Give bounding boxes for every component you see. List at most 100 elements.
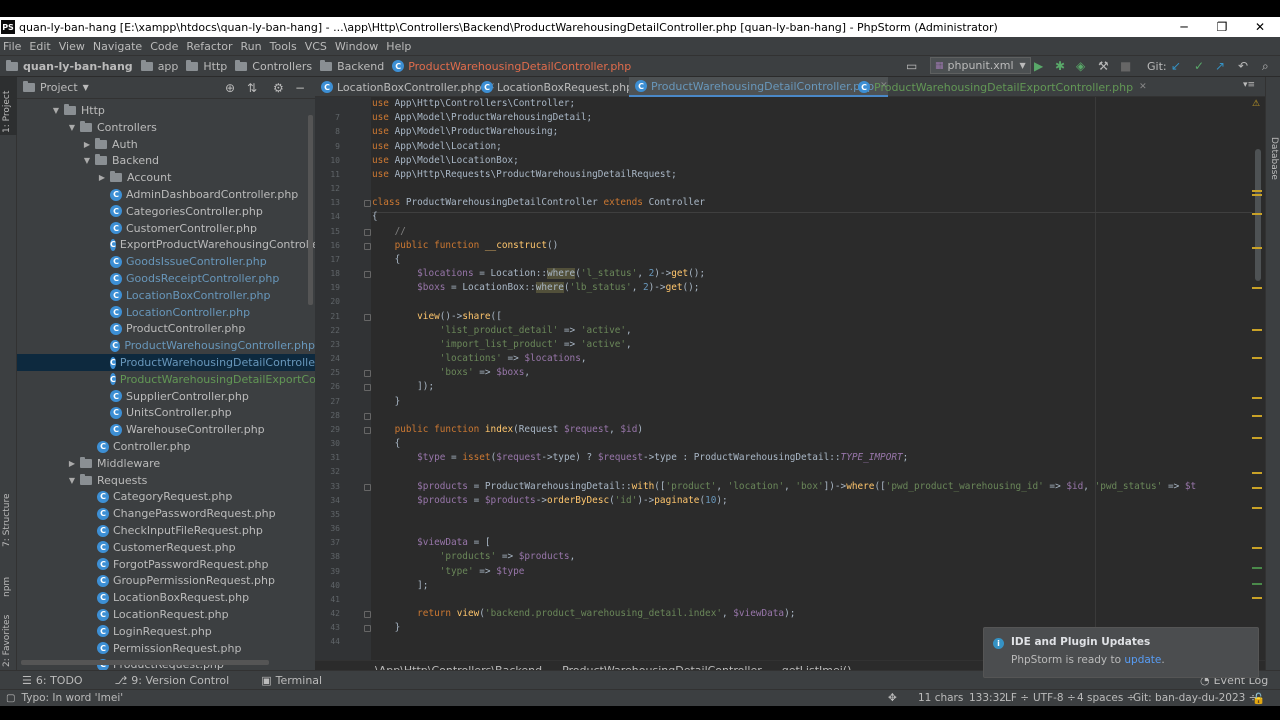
caret-position[interactable]: 133:32 bbox=[969, 692, 1006, 704]
code-line[interactable]: use App\Http\Requests\ProductWarehousing… bbox=[372, 168, 677, 182]
git-push-icon[interactable]: ↗ bbox=[1215, 58, 1225, 74]
warning-marker[interactable] bbox=[1252, 329, 1262, 331]
warning-marker[interactable] bbox=[1252, 597, 1262, 599]
code-line[interactable]: $products = ProductWarehousingDetail::wi… bbox=[372, 480, 1196, 494]
tree-file[interactable]: C CustomerRequest.php bbox=[17, 539, 315, 556]
tree-file[interactable]: CProductWarehousingDetailController.php bbox=[17, 354, 315, 371]
tree-file[interactable]: C GoodsReceiptController.php bbox=[17, 270, 315, 287]
menu-vcs[interactable]: VCS bbox=[305, 40, 327, 53]
update-notification[interactable]: i IDE and Plugin Updates PhpStorm is rea… bbox=[983, 627, 1259, 678]
editor-tab[interactable]: C ProductWarehousingDetailExportControlle… bbox=[852, 77, 1147, 97]
fold-icon[interactable] bbox=[364, 412, 371, 420]
tree-file[interactable]: C PermissionRequest.php bbox=[17, 640, 315, 657]
menu-help[interactable]: Help bbox=[386, 40, 411, 53]
code-line[interactable]: } bbox=[372, 621, 401, 635]
breadcrumb-item[interactable]: Backend bbox=[320, 59, 384, 73]
code-line[interactable]: } bbox=[372, 395, 401, 409]
warning-marker[interactable] bbox=[1252, 472, 1262, 474]
rollback-icon[interactable]: ↶ bbox=[1238, 58, 1248, 74]
warning-marker[interactable] bbox=[1252, 437, 1262, 439]
chevron-down-icon[interactable]: ▼ bbox=[67, 476, 77, 485]
tree-file[interactable]: C CheckInputFileRequest.php bbox=[17, 522, 315, 539]
fold-icon[interactable] bbox=[364, 228, 371, 236]
code-line[interactable]: 'list_product_detail' => 'active', bbox=[372, 324, 632, 338]
tree-file[interactable]: CExportProductWarehousingController.php bbox=[17, 236, 315, 253]
code-line[interactable]: return view('backend.product_warehousing… bbox=[372, 607, 795, 621]
code-line[interactable]: class ProductWarehousingDetailController… bbox=[372, 196, 705, 210]
git-update-icon[interactable]: ↙ bbox=[1171, 58, 1181, 74]
chevron-down-icon[interactable]: ▼ bbox=[51, 106, 61, 115]
tree-folder[interactable]: ▶ Auth bbox=[17, 136, 315, 153]
code-line[interactable]: 'boxs' => $boxs, bbox=[372, 366, 530, 380]
locate-icon[interactable]: ⊕ bbox=[225, 81, 235, 95]
code-line[interactable]: { bbox=[372, 253, 401, 267]
warning-marker[interactable] bbox=[1252, 415, 1262, 417]
stop-icon[interactable]: ■ bbox=[1120, 58, 1131, 74]
tree-file[interactable]: C LocationBoxController.php bbox=[17, 287, 315, 304]
coverage-icon[interactable]: ◈ bbox=[1076, 58, 1085, 74]
tree-file[interactable]: C CategoryRequest.php bbox=[17, 488, 315, 505]
tree-file[interactable]: C UnitsController.php bbox=[17, 404, 315, 421]
hide-icon[interactable]: − bbox=[295, 81, 305, 95]
menu-code[interactable]: Code bbox=[150, 40, 178, 53]
breadcrumb-item[interactable]: quan-ly-ban-hang bbox=[6, 59, 133, 73]
tree-hscrollbar[interactable] bbox=[21, 660, 269, 665]
fold-icon[interactable] bbox=[364, 271, 371, 279]
project-view-select[interactable]: Project bbox=[40, 81, 78, 94]
git-branch[interactable]: Git: ban-day-du-2023 ÷ bbox=[1133, 692, 1257, 704]
search-everywhere-icon[interactable]: ⌕ bbox=[1262, 58, 1269, 74]
chevron-right-icon[interactable]: ▶ bbox=[97, 173, 107, 182]
code-line[interactable]: use App\Model\LocationBox; bbox=[372, 154, 519, 168]
warning-marker[interactable] bbox=[1252, 487, 1262, 489]
tree-file[interactable]: C GoodsIssueController.php bbox=[17, 253, 315, 270]
fold-icon[interactable] bbox=[364, 625, 371, 633]
warning-marker[interactable] bbox=[1252, 357, 1262, 359]
code-line[interactable]: view()->share([ bbox=[372, 310, 502, 324]
chevron-down-icon[interactable]: ▼ bbox=[83, 83, 89, 92]
fold-icon[interactable] bbox=[364, 611, 371, 619]
code-line[interactable]: $type = isset($request->type) ? $request… bbox=[372, 451, 908, 465]
warning-marker[interactable] bbox=[1252, 287, 1262, 289]
menu-run[interactable]: Run bbox=[241, 40, 262, 53]
menu-file[interactable]: File bbox=[3, 40, 21, 53]
code-line[interactable]: $products = $products->orderByDesc('id')… bbox=[372, 494, 728, 508]
code-line[interactable]: 'import_list_product' => 'active', bbox=[372, 338, 632, 352]
collapse-icon[interactable]: ⇅ bbox=[247, 81, 257, 95]
code-line[interactable]: $viewData = [ bbox=[372, 536, 490, 550]
project-tool-tab[interactable]: 1: Project bbox=[0, 77, 17, 135]
chevron-right-icon[interactable]: ▶ bbox=[67, 459, 77, 468]
tool-window-0[interactable]: ☰ 6: TODO bbox=[22, 674, 83, 687]
tree-file[interactable]: C Controller.php bbox=[17, 438, 315, 455]
tool-window-2[interactable]: ▣ Terminal bbox=[261, 674, 322, 687]
tree-file[interactable]: C ProductController.php bbox=[17, 320, 315, 337]
tree-file[interactable]: C CategoriesController.php bbox=[17, 203, 315, 220]
code-line[interactable]: use App\Http\Controllers\Controller; bbox=[372, 97, 575, 111]
tree-file[interactable]: C ChangePasswordRequest.php bbox=[17, 505, 315, 522]
tree-folder[interactable]: ▶ Middleware bbox=[17, 455, 315, 472]
code-line[interactable]: $boxs = LocationBox::where('lb_status', … bbox=[372, 281, 699, 295]
menu-view[interactable]: View bbox=[59, 40, 85, 53]
tree-scrollbar[interactable] bbox=[308, 115, 313, 305]
minimize-button[interactable]: ─ bbox=[1164, 17, 1204, 37]
tree-folder[interactable]: ▼ Requests bbox=[17, 472, 315, 489]
editor-tab[interactable]: CLocationBoxRequest.php✕ bbox=[475, 77, 647, 97]
fold-icon[interactable] bbox=[364, 370, 371, 378]
warning-marker[interactable] bbox=[1252, 397, 1262, 399]
code-line[interactable]: 'locations' => $locations, bbox=[372, 352, 587, 366]
menu-window[interactable]: Window bbox=[335, 40, 378, 53]
build-icon[interactable]: ⚒ bbox=[1098, 58, 1109, 74]
debug-icon[interactable]: ✱ bbox=[1055, 58, 1065, 74]
tabs-menu-icon[interactable]: ▾≡ bbox=[1243, 80, 1255, 90]
fold-icon[interactable] bbox=[364, 483, 371, 491]
maximize-button[interactable]: ❐ bbox=[1202, 17, 1242, 37]
tree-file[interactable]: C CustomerController.php bbox=[17, 220, 315, 237]
tree-file[interactable]: C GroupPermissionRequest.php bbox=[17, 572, 315, 589]
warning-marker[interactable] bbox=[1252, 190, 1262, 192]
menu-edit[interactable]: Edit bbox=[29, 40, 50, 53]
code-line[interactable]: 'type' => $type bbox=[372, 565, 525, 579]
line-separator[interactable]: LF ÷ bbox=[1005, 692, 1029, 704]
tree-file[interactable]: C AdminDashboardController.php bbox=[17, 186, 315, 203]
database-tool-label[interactable]: Database bbox=[1269, 137, 1279, 180]
tree-file[interactable]: C ProductWarehousingController.php bbox=[17, 337, 315, 354]
warning-marker[interactable] bbox=[1252, 507, 1262, 509]
